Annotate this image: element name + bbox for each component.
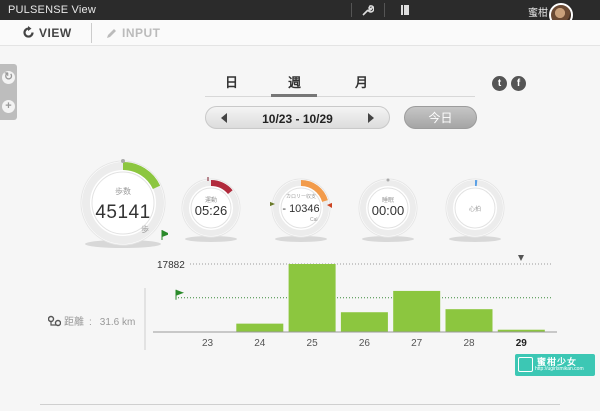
mode-bar: VIEW INPUT [0, 20, 600, 46]
route-icon [47, 315, 62, 327]
x-label-25: 25 [306, 338, 318, 349]
mode-divider [91, 23, 92, 43]
x-label-27: 27 [411, 338, 423, 349]
weekly-steps-chart: 17882 [0, 250, 600, 360]
bar-26 [340, 312, 388, 332]
active-tab-indicator [271, 94, 317, 97]
x-label-26: 26 [358, 338, 370, 349]
watermark-url: http://ugirlsmikan.com [535, 366, 584, 372]
today-button[interactable]: 今日 [404, 106, 477, 129]
bar-27 [393, 290, 441, 332]
tab-day[interactable]: 日 [225, 72, 238, 91]
bar-25 [288, 264, 336, 332]
calorie-value: - 10346 [282, 203, 320, 215]
side-toolbar: ↻ + [0, 64, 17, 120]
steps-metric[interactable]: 歩数 45141 歩 [78, 158, 168, 248]
wrench-icon[interactable] [360, 3, 375, 17]
steps-value: 45141 [95, 202, 151, 223]
next-week-button[interactable] [368, 113, 374, 123]
calorie-balance-metric[interactable]: カロリー収支 - 10346 Cal [270, 177, 332, 242]
max-marker-icon [518, 255, 524, 261]
calorie-label: カロリー収支 [285, 194, 316, 200]
tab-month[interactable]: 月 [355, 72, 368, 91]
reload-icon[interactable]: ↻ [2, 71, 15, 84]
calorie-unit: Cal [310, 217, 318, 223]
watermark-logo-icon [518, 357, 533, 372]
toolbar-divider [351, 3, 352, 17]
top-bar: PULSENSE View 蜜柑 [0, 0, 600, 27]
facebook-icon[interactable]: f [511, 76, 526, 91]
toolbar-divider [384, 3, 385, 17]
bar-24 [236, 323, 284, 332]
book-icon[interactable] [398, 3, 412, 17]
user-name[interactable]: 蜜柑 [528, 4, 548, 19]
input-mode-button[interactable]: INPUT [106, 26, 161, 40]
date-range: 10/23 - 10/29 [262, 112, 333, 126]
heart-rate-label: 心拍 [468, 207, 481, 213]
activity-value: 05:26 [194, 203, 228, 218]
activity-metric[interactable]: 運動 05:26 [180, 177, 242, 242]
goal-flag-icon [176, 289, 184, 296]
view-mode-label: VIEW [39, 26, 72, 40]
plus-icon[interactable]: + [2, 100, 15, 113]
pencil-icon [107, 29, 116, 38]
x-label-28: 28 [463, 338, 475, 349]
steps-unit: 歩 [141, 225, 149, 234]
x-label-24: 24 [254, 338, 266, 349]
bar-28 [445, 309, 493, 332]
distance-summary: 距離:31.6 km [47, 313, 136, 328]
x-label-29: 29 [515, 338, 527, 349]
sleep-value: 00:00 [371, 203, 405, 218]
heart-rate-metric[interactable]: 心拍 [444, 177, 506, 242]
steps-bar-chart: 17882 [144, 255, 557, 350]
app-title: PULSENSE View [8, 4, 96, 16]
footer-divider [40, 404, 560, 405]
max-value-label: 17882 [157, 260, 185, 271]
sleep-metric[interactable]: 睡眠 00:00 [357, 177, 419, 242]
twitter-icon[interactable]: t [492, 76, 507, 91]
steps-label: 歩数 [115, 187, 131, 196]
view-mode-button[interactable]: VIEW [22, 26, 72, 40]
watermark: 蜜柑少女 http://ugirlsmikan.com [515, 354, 595, 376]
date-navigator: 10/23 - 10/29 [205, 106, 390, 129]
input-mode-label: INPUT [122, 26, 161, 40]
distance-value: 31.6 km [99, 317, 136, 328]
x-label-23: 23 [201, 338, 214, 349]
refresh-icon [23, 26, 34, 38]
distance-label: 距離 [64, 317, 84, 328]
tab-underline-track [205, 96, 475, 97]
tab-week[interactable]: 週 [288, 72, 301, 91]
